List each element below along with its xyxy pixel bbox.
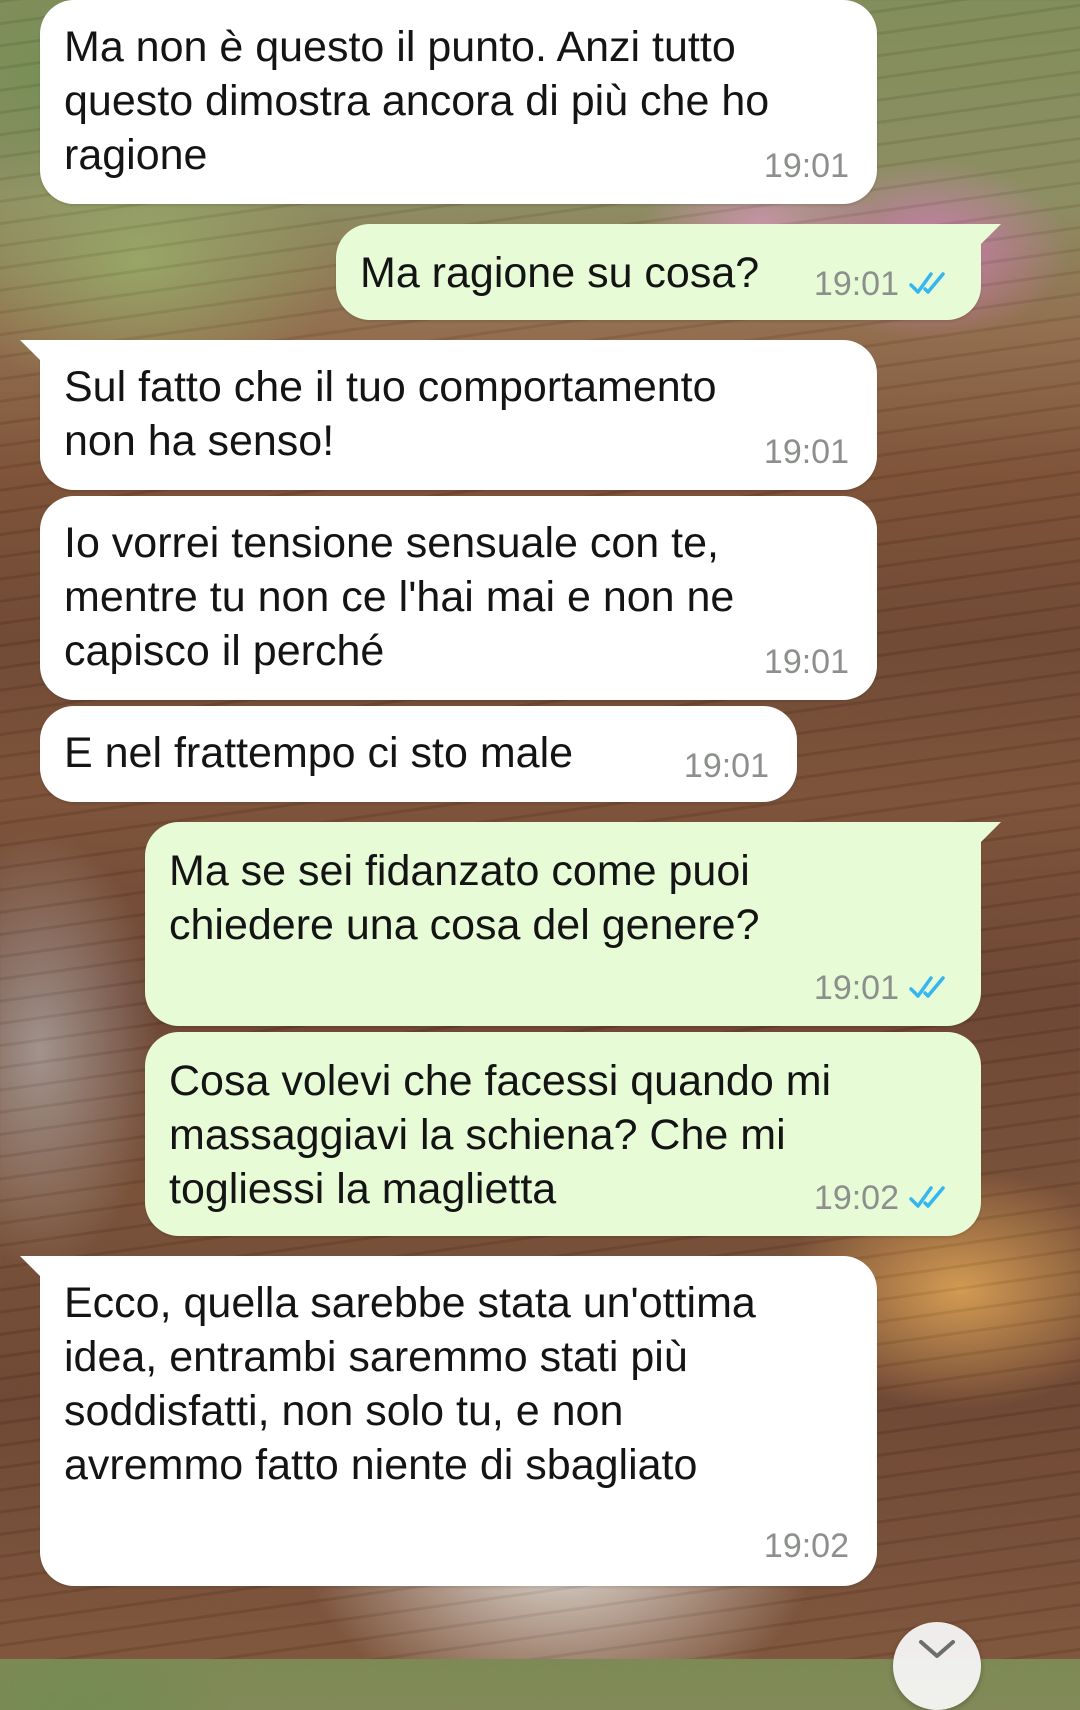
message-text: Sul fatto che il tuo comportamento non h…	[64, 363, 717, 465]
message-text: Ma non è questo il punto. Anzi tutto que…	[64, 23, 770, 179]
outgoing-message[interactable]: Ma ragione su cosa? 19:01	[336, 224, 1001, 320]
message-meta: 19:01	[814, 264, 953, 304]
message-meta: 19:01	[764, 642, 849, 682]
message-time: 19:02	[813, 1179, 899, 1217]
incoming-message[interactable]: Ecco, quella sarebbe stata un'ottima ide…	[20, 1256, 877, 1586]
message-time: 19:01	[813, 265, 899, 303]
double-check-icon	[909, 976, 945, 998]
incoming-message[interactable]: Io vorrei tensione sensuale con te, ment…	[40, 496, 877, 700]
scroll-down-button[interactable]	[893, 1622, 981, 1710]
incoming-message[interactable]: Ma non è questo il punto. Anzi tutto que…	[40, 0, 877, 204]
message-meta: 19:01	[764, 432, 849, 472]
message-time: 19:01	[813, 969, 899, 1007]
outgoing-message[interactable]: Ma se sei fidanzato come puoi chiedere u…	[145, 822, 1001, 1026]
message-text: Io vorrei tensione sensuale con te, ment…	[64, 519, 735, 675]
message-time: 19:01	[763, 643, 849, 681]
outgoing-message[interactable]: Cosa volevi che facessi quando mi massag…	[145, 1032, 981, 1236]
message-time: 19:01	[763, 147, 849, 185]
message-meta: 19:01	[764, 146, 849, 186]
message-meta: 19:01	[684, 746, 769, 786]
message-text: Cosa volevi che facessi quando mi massag…	[169, 1057, 832, 1213]
message-meta: 19:02	[814, 1178, 953, 1218]
incoming-message[interactable]: E nel frattempo ci sto male 19:01	[40, 706, 797, 802]
message-text: Ma ragione su cosa?	[360, 249, 760, 297]
message-text: Ma se sei fidanzato come puoi chiedere u…	[169, 847, 760, 949]
message-time: 19:01	[683, 747, 769, 785]
double-check-icon	[909, 272, 945, 294]
message-meta: 19:02	[764, 1526, 849, 1566]
double-check-icon	[909, 1186, 945, 1208]
chevron-down-icon	[919, 1640, 955, 1658]
message-time: 19:01	[763, 433, 849, 471]
message-meta: 19:01	[814, 968, 953, 1008]
message-text: Ecco, quella sarebbe stata un'ottima ide…	[64, 1279, 756, 1489]
incoming-message[interactable]: Sul fatto che il tuo comportamento non h…	[20, 340, 877, 490]
message-time: 19:02	[763, 1527, 849, 1565]
message-text: E nel frattempo ci sto male	[64, 729, 574, 777]
